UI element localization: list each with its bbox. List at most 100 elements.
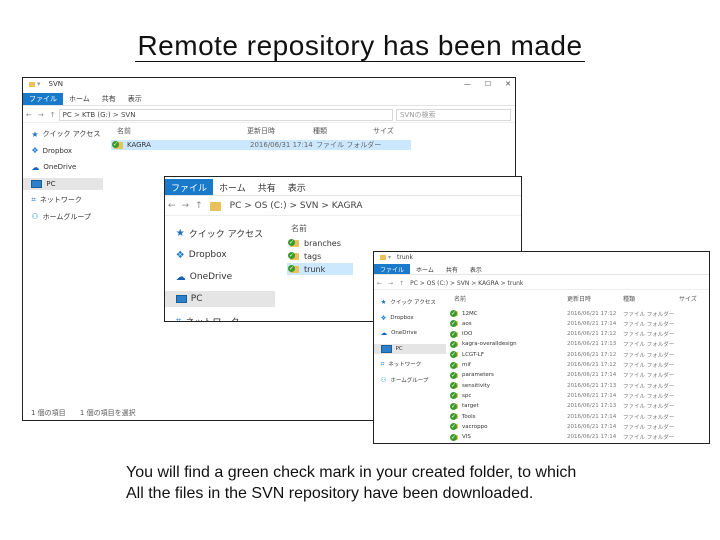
address-row: ← → ↑ PC > OS (C:) > SVN > KAGRA (165, 197, 521, 216)
explorer-window-trunk[interactable]: ▾ trunk ファイル ホーム 共有 表示 ← → ↑ PC > OS (C:) >… (373, 251, 710, 444)
nav-item-1[interactable]: ❖ Dropbox (374, 313, 446, 323)
folder-check-icon (450, 310, 458, 317)
folder-check-icon (450, 340, 458, 348)
tab-0[interactable]: ファイル (374, 264, 411, 274)
back-icon[interactable]: ← (165, 201, 179, 211)
nav-item-2[interactable]: ☁ OneDrive (165, 269, 275, 285)
list-item[interactable]: 12MC 2016/06/21 17:12 ファイル フォルダー (450, 309, 706, 318)
nav-item-1[interactable]: ❖ Dropbox (165, 247, 275, 263)
column-name[interactable]: 名前 (291, 223, 307, 234)
tab-0[interactable]: ファイル (23, 93, 63, 105)
search-input[interactable]: SVNの検索 (396, 109, 511, 121)
column-date[interactable]: 更新日時 (247, 126, 313, 136)
column-type[interactable]: 種類 (623, 294, 679, 303)
pin-icon[interactable]: ▾ (388, 254, 391, 261)
forward-icon[interactable]: → (35, 111, 47, 119)
title-bar[interactable]: ▾ SVN — ☐ ✕ (23, 78, 515, 90)
tab-2[interactable]: 共有 (96, 94, 122, 104)
nav-item-3[interactable]: PC (23, 177, 103, 190)
nav-item-3[interactable]: PC (374, 343, 446, 354)
nav-item-0[interactable]: ★ クイック アクセス (23, 128, 103, 140)
nav-item-label: PC (190, 294, 203, 304)
list-item[interactable]: KAGRA 2016/06/31 17:14 ファイル フォルダー (111, 140, 411, 150)
star-icon: ★ (31, 129, 39, 139)
nav-item-2[interactable]: ☁ OneDrive (23, 161, 103, 173)
column-name[interactable]: 名前 (454, 294, 567, 303)
up-icon[interactable]: ↑ (396, 280, 407, 287)
list-item[interactable]: IOO 2016/06/21 17:12 ファイル フォルダー (450, 330, 706, 339)
up-icon[interactable]: ↑ (192, 201, 206, 211)
forward-icon[interactable]: → (179, 201, 193, 211)
nav-item-0[interactable]: ★ クイック アクセス (165, 225, 275, 241)
list-item[interactable]: branches (287, 237, 347, 249)
tab-1[interactable]: ホーム (213, 181, 252, 194)
column-size[interactable]: サイズ (679, 294, 699, 303)
tab-3[interactable]: 表示 (122, 94, 148, 104)
tab-0[interactable]: ファイル (165, 179, 214, 195)
item-type: ファイル フォルダー (623, 373, 675, 380)
tab-1[interactable]: ホーム (410, 265, 440, 274)
nav-item-5[interactable]: ⚇ ホームグループ (374, 375, 446, 385)
nav-item-label: Dropbox (42, 146, 73, 155)
folder-check-icon (450, 382, 458, 390)
column-headers: 名前 更新日時 種類 サイズ (117, 126, 413, 136)
address-bar[interactable]: PC > OS (C:) > SVN > KAGRA > trunk (407, 278, 709, 288)
list-item[interactable]: tags (287, 250, 347, 262)
up-icon[interactable]: ↑ (47, 111, 59, 119)
item-type: ファイル フォルダー (623, 311, 675, 318)
nav-item-4[interactable]: ⌗ネットワーク (23, 194, 103, 206)
breadcrumb: PC > OS (C:) > SVN > KAGRA (229, 201, 363, 211)
list-item[interactable]: kagra-overalldesign 2016/06/21 17:13 ファイル … (450, 340, 706, 349)
list-item[interactable]: LCGT-LF 2016/06/21 17:12 ファイル フォルダー (450, 350, 706, 359)
back-icon[interactable]: ← (374, 280, 385, 287)
onedrive-icon: ☁ (175, 271, 186, 283)
tab-3[interactable]: 表示 (282, 181, 312, 194)
list-item[interactable]: sensitivity 2016/06/21 17:13 ファイル フォルダー (450, 381, 706, 390)
maximize-icon[interactable]: ☐ (485, 80, 491, 88)
caption-line-2: All the files in the SVN repository have… (126, 485, 534, 502)
item-name: aos (462, 320, 472, 327)
list-item[interactable]: aos 2016/06/21 17:14 ファイル フォルダー (450, 319, 706, 328)
forward-icon[interactable]: → (385, 280, 396, 287)
network-icon: ⌗ (380, 359, 385, 368)
nav-item-4[interactable]: ⌗ネットワーク (374, 359, 446, 369)
address-bar[interactable]: PC > KTB (G:) > SVN (58, 109, 393, 121)
nav-item-label: OneDrive (391, 330, 417, 336)
column-name[interactable]: 名前 (117, 126, 247, 136)
tab-2[interactable]: 共有 (252, 181, 282, 194)
column-type[interactable]: 種類 (313, 126, 373, 136)
pin-icon[interactable]: ▾ (37, 80, 41, 88)
list-item[interactable]: parameters 2016/06/21 17:14 ファイル フォルダー (450, 371, 706, 380)
item-date: 2016/06/21 17:13 (567, 403, 617, 410)
list-item[interactable]: vacroppo 2016/06/21 17:14 ファイル フォルダー (450, 422, 706, 431)
item-date: 2016/06/21 17:13 (567, 341, 617, 348)
minimize-icon[interactable]: — (464, 80, 471, 88)
list-item[interactable]: Tools 2016/06/21 17:14 ファイル フォルダー (450, 412, 706, 421)
nav-item-5[interactable]: ⚇ ホームグループ (23, 211, 103, 223)
nav-item-4[interactable]: ⌗ネットワーク (165, 313, 275, 322)
column-headers: 名前 更新日時 種類 サイズ (454, 294, 699, 303)
back-icon[interactable]: ← (23, 111, 35, 119)
title-bar[interactable]: ▾ trunk (374, 252, 709, 262)
list-item[interactable]: spc 2016/06/21 17:14 ファイル フォルダー (450, 391, 706, 400)
folder-check-icon (450, 320, 458, 328)
list-item[interactable]: VIS 2016/06/21 17:14 ファイル フォルダー (450, 433, 706, 442)
onedrive-icon: ☁ (380, 329, 388, 337)
item-type: ファイル フォルダー (623, 363, 675, 369)
list-item[interactable]: target 2016/06/21 17:13 ファイル フォルダー (450, 402, 706, 411)
column-date[interactable]: 更新日時 (567, 294, 623, 303)
nav-item-2[interactable]: ☁ OneDrive (374, 328, 446, 338)
item-name: KAGRA (127, 141, 151, 149)
list-item[interactable]: mif 2016/06/21 17:12 ファイル フォルダー (450, 361, 706, 370)
tab-2[interactable]: 共有 (440, 265, 464, 274)
folder-check-icon (450, 351, 458, 359)
nav-item-0[interactable]: ★ クイック アクセス (374, 297, 446, 307)
nav-item-1[interactable]: ❖ Dropbox (23, 145, 103, 157)
tab-3[interactable]: 表示 (464, 265, 488, 274)
close-icon[interactable]: ✕ (505, 80, 511, 88)
tab-1[interactable]: ホーム (63, 94, 96, 104)
list-item[interactable]: trunk (287, 263, 353, 275)
nav-item-3[interactable]: PC (165, 291, 275, 307)
column-size[interactable]: サイズ (373, 126, 413, 136)
address-bar[interactable]: PC > OS (C:) > SVN > KAGRA (227, 199, 521, 213)
